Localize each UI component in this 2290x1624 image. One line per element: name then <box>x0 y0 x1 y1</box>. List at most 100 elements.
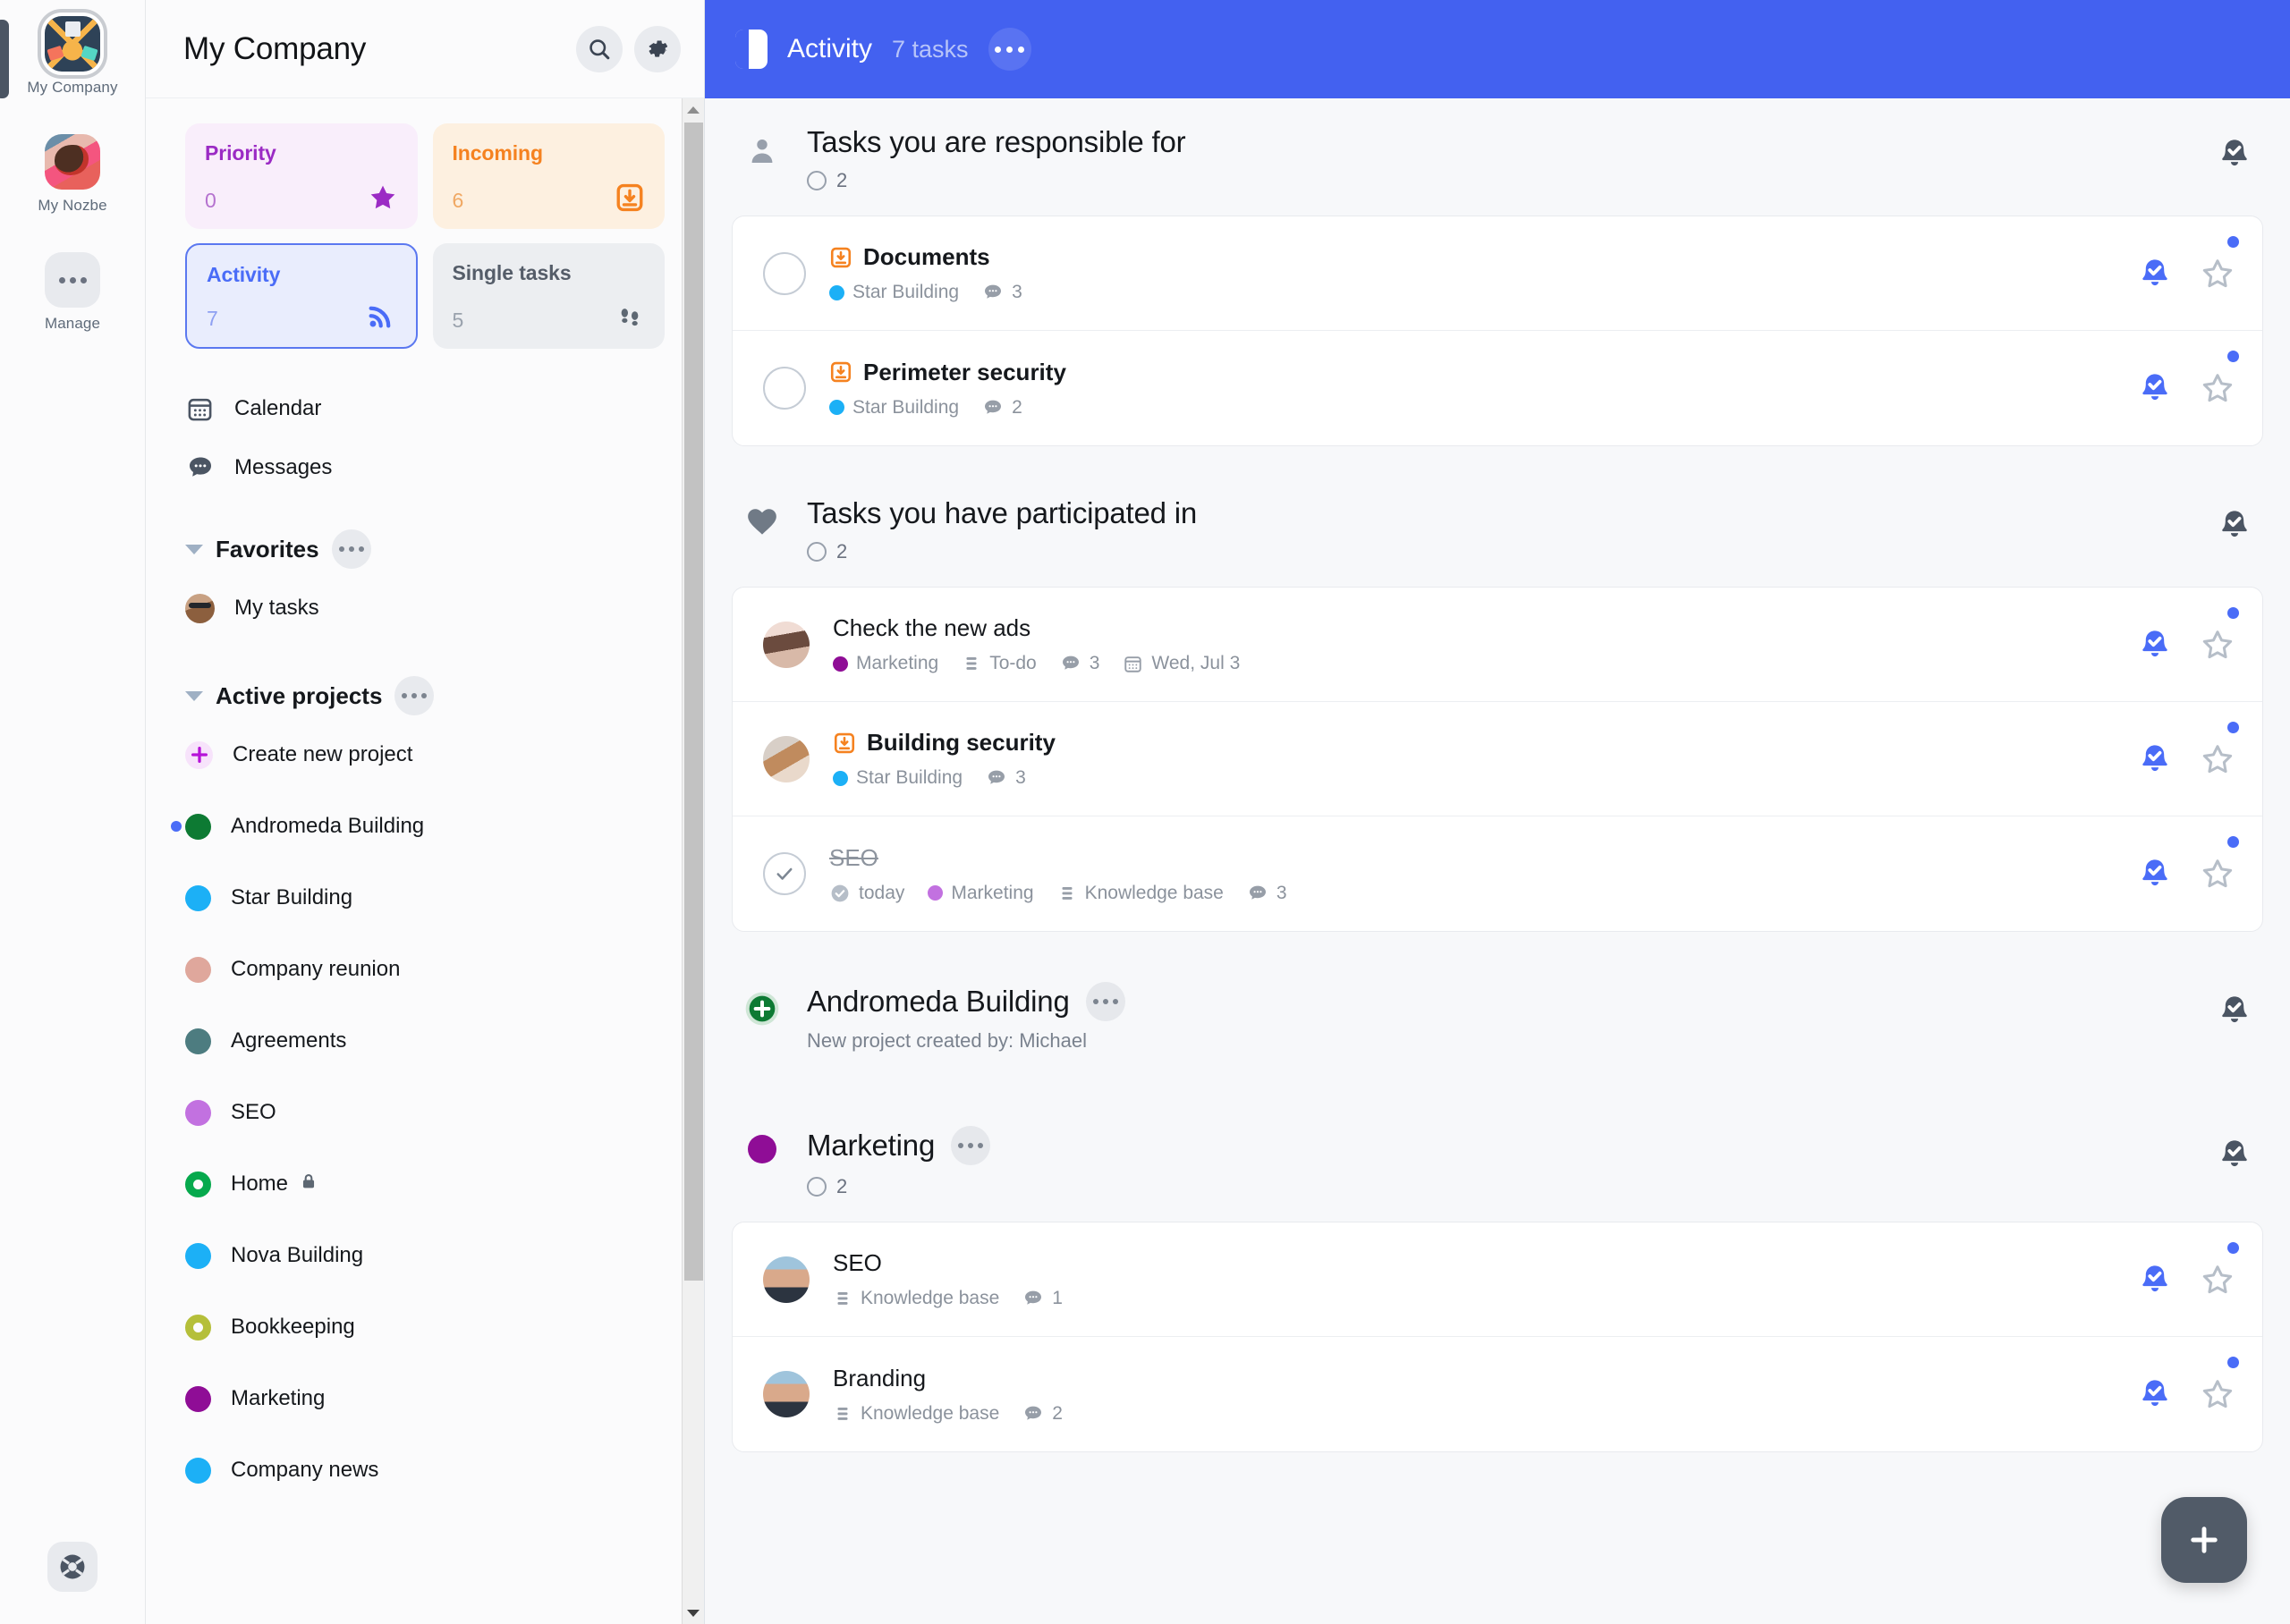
sidebar-project-item[interactable]: Nova Building <box>185 1220 665 1291</box>
settings-button[interactable] <box>634 25 681 72</box>
view-more-button[interactable] <box>988 28 1031 71</box>
project-color-dot <box>833 656 848 672</box>
sidebar-project-item[interactable]: Company news <box>185 1434 665 1506</box>
sidebar-project-item[interactable]: Star Building <box>185 862 665 934</box>
task-title-row: SEO <box>829 844 2116 872</box>
group-notification-bell[interactable] <box>2217 125 2252 176</box>
sidebar-project-item[interactable]: Andromeda Building <box>171 791 665 862</box>
scroll-up-button[interactable] <box>683 98 705 121</box>
group-more-button[interactable] <box>951 1126 991 1165</box>
scroll-down-button[interactable] <box>683 1602 705 1624</box>
rail-item-manage[interactable]: Manage <box>0 252 145 333</box>
tile-single-tasks[interactable]: Single tasks 5 <box>432 243 665 349</box>
rail-label: Manage <box>44 315 101 332</box>
favorites-more-button[interactable] <box>331 529 371 569</box>
notification-bell-button[interactable] <box>2137 370 2173 406</box>
unread-dot <box>2227 722 2239 733</box>
comment-icon <box>1062 656 1079 670</box>
task-row[interactable]: SEO today Marketing Knowledge base 3 <box>733 816 2262 931</box>
ellipsis-icon <box>45 252 100 308</box>
rail-item-my-company[interactable]: My Company <box>0 16 145 97</box>
favorite-star-button[interactable] <box>2200 856 2235 892</box>
notification-bell-button[interactable] <box>2137 1262 2173 1298</box>
footprints-icon <box>621 309 639 326</box>
sidebar-toggle-icon[interactable] <box>735 30 768 69</box>
project-color-dot <box>185 1385 211 1412</box>
chevron-down-icon[interactable] <box>185 544 203 554</box>
notification-bell-button[interactable] <box>2137 627 2173 663</box>
sidebar-project-item[interactable]: Bookkeeping <box>185 1291 665 1363</box>
tile-activity[interactable]: Activity 7 <box>185 243 418 349</box>
task-checkbox[interactable] <box>763 367 806 410</box>
group-header: Andromeda Building New project created b… <box>705 955 2290 1076</box>
add-task-fab[interactable] <box>2161 1497 2247 1583</box>
favorite-star-button[interactable] <box>2200 370 2235 406</box>
favorite-star-button[interactable] <box>2200 627 2235 663</box>
comment-icon <box>1025 1406 1042 1420</box>
task-row[interactable]: SEO Knowledge base 1 <box>733 1222 2262 1337</box>
project-color-dot <box>185 1314 211 1341</box>
inbox-download-icon <box>829 246 852 269</box>
comment-icon <box>988 770 1005 784</box>
rail-edge-handle[interactable] <box>0 20 9 98</box>
lifebuoy-icon <box>47 1542 98 1592</box>
task-checkbox[interactable] <box>763 852 806 895</box>
help-button[interactable] <box>47 1542 98 1592</box>
meta-label: 1 <box>1052 1288 1063 1308</box>
task-title: Branding <box>833 1364 927 1391</box>
plus-icon <box>2191 1527 2218 1553</box>
tile-count: 0 <box>205 189 216 212</box>
tile-count: 6 <box>452 189 464 212</box>
meta-comments: 2 <box>1022 1403 1063 1425</box>
meta-comments: 2 <box>982 397 1022 419</box>
sidebar-item-my-tasks[interactable]: My tasks <box>185 572 665 644</box>
check-icon <box>776 867 793 880</box>
sidebar-scrollbar[interactable] <box>682 98 704 1624</box>
create-project-label: Create new project <box>233 742 413 766</box>
task-checkbox[interactable] <box>763 251 806 295</box>
project-color-dot <box>185 884 211 911</box>
notification-bell-button[interactable] <box>2137 741 2173 777</box>
bell-check-icon <box>2142 1265 2167 1291</box>
group-notification-bell[interactable] <box>2217 496 2252 547</box>
group-more-button[interactable] <box>1085 982 1125 1021</box>
chat-bubble-icon <box>185 453 215 483</box>
task-card: Documents Star Building 3 Perimeter secu… <box>732 216 2263 446</box>
chevron-down-icon[interactable] <box>185 690 203 701</box>
meta-label: Marketing <box>951 882 1034 903</box>
favorite-star-button[interactable] <box>2200 741 2235 777</box>
meta-project: Marketing <box>928 882 1034 904</box>
sidebar-project-item[interactable]: Agreements <box>185 1005 665 1077</box>
tile-incoming[interactable]: Incoming 6 <box>432 123 665 229</box>
task-row[interactable]: Branding Knowledge base 2 <box>733 1337 2262 1451</box>
group-notification-bell[interactable] <box>2217 1126 2252 1177</box>
notification-bell-button[interactable] <box>2137 256 2173 292</box>
search-button[interactable] <box>576 25 623 72</box>
notification-bell-button[interactable] <box>2137 856 2173 892</box>
task-row[interactable]: Documents Star Building 3 <box>733 216 2262 331</box>
project-color-dot <box>928 885 944 901</box>
sidebar-project-item[interactable]: Company reunion <box>185 934 665 1005</box>
favorite-star-button[interactable] <box>2200 256 2235 292</box>
tile-priority[interactable]: Priority 0 <box>185 123 418 229</box>
meta-label: Star Building <box>856 767 963 788</box>
favorite-star-button[interactable] <box>2200 1376 2235 1412</box>
sidebar-item-messages[interactable]: Messages <box>185 438 665 497</box>
project-label: Company reunion <box>231 957 401 981</box>
project-list: Andromeda Building Star Building Company… <box>171 791 665 1506</box>
sidebar-project-item[interactable]: Marketing <box>185 1363 665 1434</box>
sidebar-project-item[interactable]: Home <box>185 1148 665 1220</box>
group-notification-bell[interactable] <box>2217 982 2252 1033</box>
create-new-project-button[interactable]: Create new project <box>185 719 665 791</box>
task-row[interactable]: Building security Star Building 3 <box>733 702 2262 816</box>
active-projects-more-button[interactable] <box>394 676 435 715</box>
notification-bell-button[interactable] <box>2137 1376 2173 1412</box>
task-row[interactable]: Perimeter security Star Building 2 <box>733 331 2262 445</box>
task-row[interactable]: Check the new ads Marketing To-do 3 Wed,… <box>733 588 2262 702</box>
star-outline-icon <box>2202 859 2233 888</box>
sidebar-item-calendar[interactable]: Calendar <box>185 379 665 438</box>
favorite-star-button[interactable] <box>2200 1262 2235 1298</box>
scrollbar-thumb[interactable] <box>684 123 703 1281</box>
rail-item-my-nozbe[interactable]: My Nozbe <box>0 134 145 215</box>
sidebar-project-item[interactable]: SEO <box>185 1077 665 1148</box>
